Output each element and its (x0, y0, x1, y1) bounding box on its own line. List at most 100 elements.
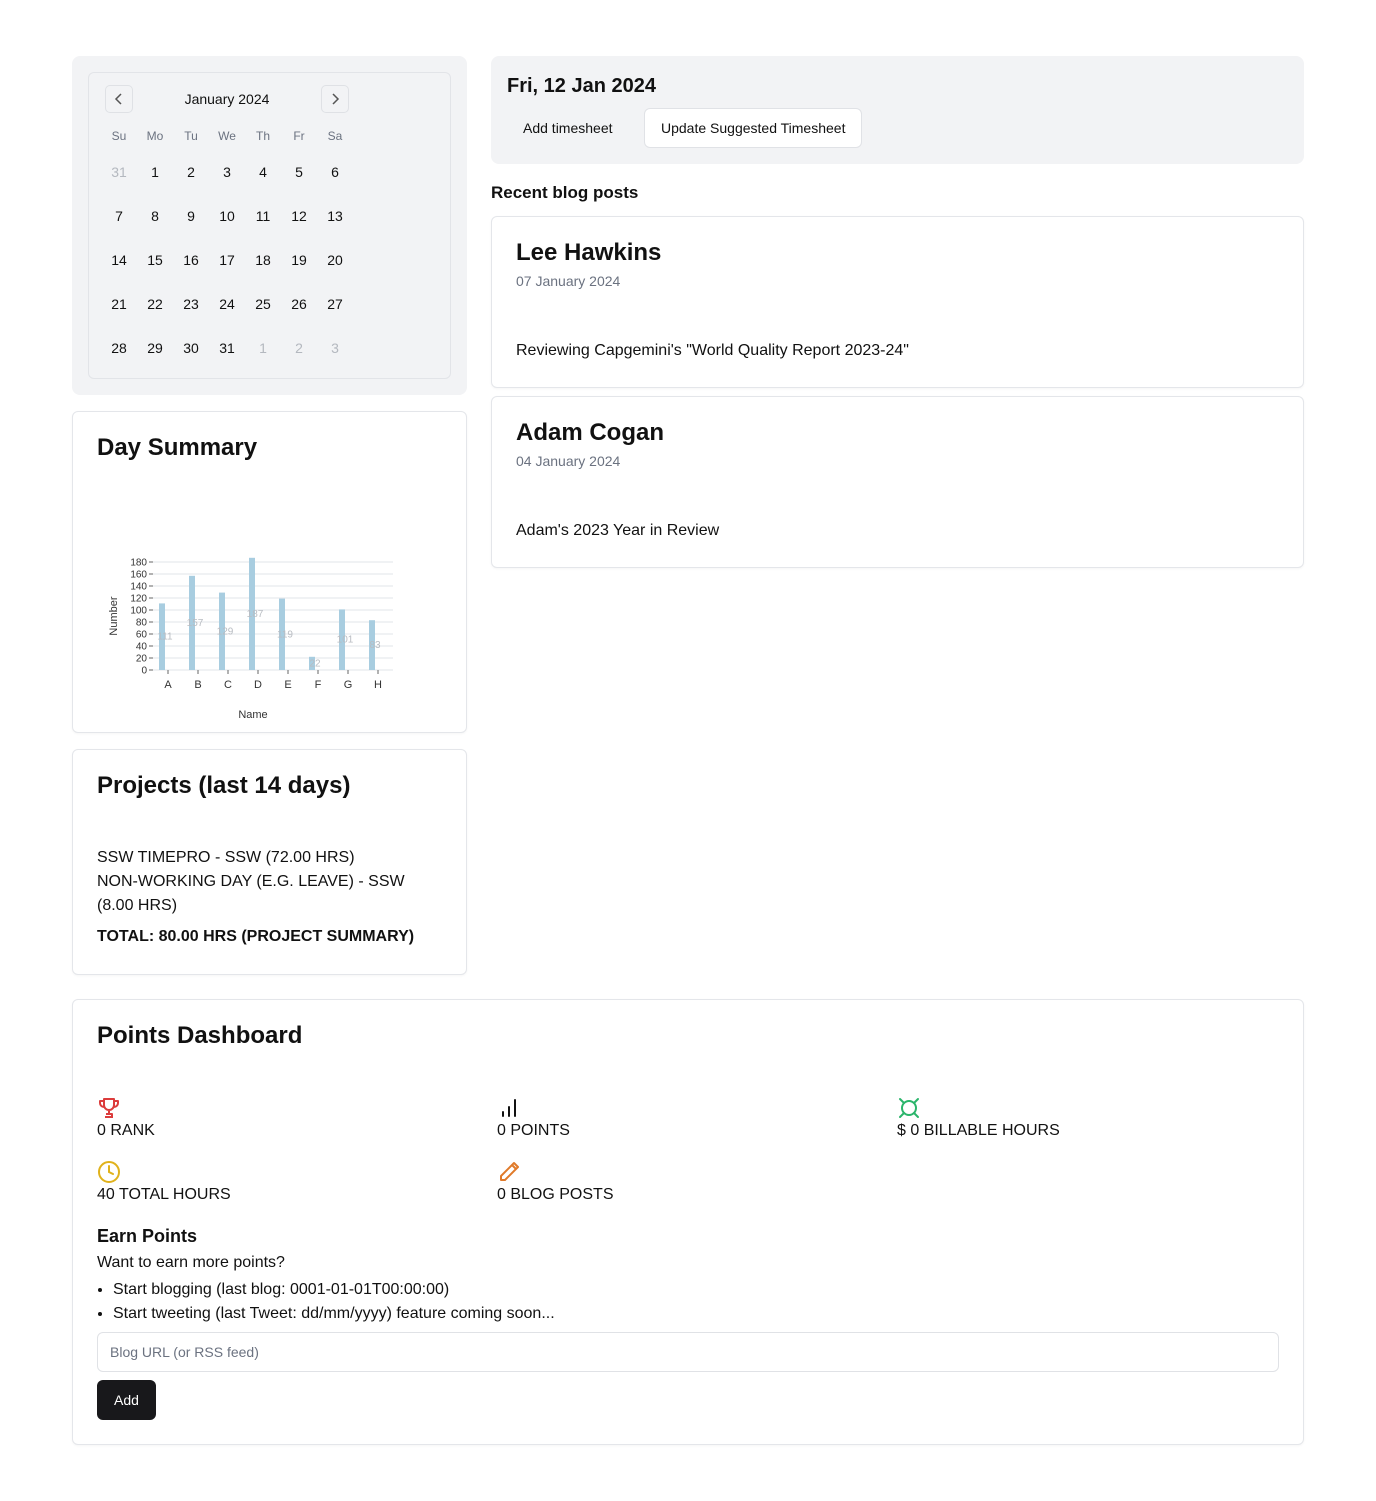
next-month-button[interactable] (321, 85, 349, 113)
calendar: January 2024 Su Mo Tu We Th Fr Sa 31 1 2 3 4 5 6 7 8 9 1… (88, 72, 451, 379)
weekday-label: We (218, 129, 236, 143)
trophy-icon (99, 1098, 119, 1118)
points-stat: 0 POINTS (497, 1096, 570, 1140)
calendar-day[interactable]: 27 (317, 282, 353, 326)
calendar-day[interactable]: 31 (101, 150, 137, 194)
x-tick-label: H (374, 679, 382, 691)
y-tick-label: 120 (130, 594, 147, 605)
chevron-right-icon (332, 93, 340, 105)
weekday-label: Mo (146, 129, 164, 143)
calendar-day[interactable]: 26 (281, 282, 317, 326)
calendar-day[interactable]: 20 (317, 238, 353, 282)
blog-date: 07 January 2024 (516, 273, 621, 289)
calendar-day[interactable]: 12 (281, 194, 317, 238)
bar-value-label: 22 (309, 658, 321, 669)
blog-post-card[interactable]: Lee Hawkins 07 January 2024 Reviewing Ca… (491, 216, 1304, 388)
calendar-day[interactable]: 2 (281, 326, 317, 370)
update-suggested-timesheet-button[interactable]: Update Suggested Timesheet (644, 108, 863, 148)
calendar-day[interactable]: 3 (209, 150, 245, 194)
calendar-day[interactable]: 4 (245, 150, 281, 194)
project-item: SSW TIMEPRO - SSW (72.00 HRS) (97, 849, 355, 866)
earn-points-heading: Earn Points (97, 1226, 198, 1246)
calendar-day[interactable]: 31 (209, 326, 245, 370)
project-item: NON-WORKING DAY (E.G. LEAVE) - SSW (8.00… (97, 873, 405, 914)
calendar-day[interactable]: 18 (245, 238, 281, 282)
billable-hours-stat: $ 0 BILLABLE HOURS (897, 1096, 1060, 1140)
blog-url-input[interactable] (97, 1332, 1279, 1372)
calendar-day[interactable]: 24 (209, 282, 245, 326)
calendar-day[interactable]: 1 (137, 150, 173, 194)
add-timesheet-button[interactable]: Add timesheet (507, 108, 629, 148)
blog-title[interactable]: Reviewing Capgemini's "World Quality Rep… (516, 342, 909, 360)
blog-post-card[interactable]: Adam Cogan 04 January 2024 Adam's 2023 Y… (491, 396, 1304, 568)
calendar-day[interactable]: 14 (101, 238, 137, 282)
bar-value-label: 111 (157, 632, 173, 643)
day-summary-bar-chart: 020406080100120140160180 111 A 157 B 129 C 187 D… (108, 558, 393, 721)
blog-posts-stat: 0 BLOG POSTS (497, 1160, 613, 1204)
calendar-day[interactable]: 3 (317, 326, 353, 370)
y-tick-label: 180 (130, 558, 147, 569)
billable-hours-label: $ 0 BILLABLE HOURS (897, 1122, 1060, 1139)
y-tick-label: 40 (136, 642, 148, 653)
total-hours-label: 40 TOTAL HOURS (97, 1186, 231, 1203)
y-tick-label: 100 (130, 606, 147, 617)
projects-title: Projects (last 14 days) (97, 772, 351, 799)
calendar-panel: January 2024 Su Mo Tu We Th Fr Sa 31 1 2 3 4 5 6 7 8 9 1… (72, 56, 467, 395)
add-blog-button[interactable]: Add (97, 1380, 156, 1420)
calendar-day[interactable]: 15 (137, 238, 173, 282)
points-label: 0 POINTS (497, 1122, 570, 1139)
calendar-day[interactable]: 29 (137, 326, 173, 370)
bar-chart-icon (502, 1099, 516, 1117)
x-tick-label: A (164, 679, 172, 691)
currency-icon (899, 1098, 919, 1118)
calendar-day[interactable]: 13 (317, 194, 353, 238)
blog-author: Adam Cogan (516, 419, 665, 446)
x-tick-label: G (344, 679, 353, 691)
projects-card: Projects (last 14 days) SSW TIMEPRO - SS… (72, 749, 467, 975)
blog-title[interactable]: Adam's 2023 Year in Review (516, 522, 719, 540)
calendar-day[interactable]: 1 (245, 326, 281, 370)
x-axis-label: Name (238, 709, 267, 721)
calendar-day[interactable]: 19 (281, 238, 317, 282)
calendar-day[interactable]: 30 (173, 326, 209, 370)
rank-label: 0 RANK (97, 1122, 155, 1139)
calendar-day[interactable]: 16 (173, 238, 209, 282)
bar-value-label: 119 (277, 629, 293, 640)
calendar-day[interactable]: 23 (173, 282, 209, 326)
projects-total: TOTAL: 80.00 HRS (PROJECT SUMMARY) (97, 928, 415, 945)
prev-month-button[interactable] (105, 85, 133, 113)
weekday-label: Fr (293, 129, 305, 143)
bar-value-label: 101 (337, 635, 354, 646)
blog-posts-label: 0 BLOG POSTS (497, 1186, 614, 1203)
total-hours-stat: 40 TOTAL HOURS (97, 1160, 231, 1204)
calendar-day[interactable]: 10 (209, 194, 245, 238)
calendar-day[interactable]: 17 (209, 238, 245, 282)
calendar-day[interactable]: 21 (101, 282, 137, 326)
date-header-panel: Fri, 12 Jan 2024 Add timesheet Update Su… (491, 56, 1304, 164)
y-tick-label: 140 (130, 582, 147, 593)
calendar-day[interactable]: 7 (101, 194, 137, 238)
y-tick-label: 0 (141, 666, 147, 677)
earn-points-subtitle: Want to earn more points? (97, 1254, 285, 1271)
clock-icon (98, 1161, 120, 1183)
y-tick-label: 60 (136, 630, 148, 641)
calendar-day[interactable]: 28 (101, 326, 137, 370)
calendar-day[interactable]: 11 (245, 194, 281, 238)
day-summary-title: Day Summary (97, 434, 258, 461)
calendar-day[interactable]: 2 (173, 150, 209, 194)
calendar-day[interactable]: 8 (137, 194, 173, 238)
calendar-day[interactable]: 6 (317, 150, 353, 194)
blog-author: Lee Hawkins (516, 239, 662, 266)
calendar-month-label: January 2024 (184, 91, 270, 107)
weekday-label: Su (111, 129, 127, 143)
bar-value-label: 129 (217, 626, 234, 637)
calendar-day[interactable]: 25 (245, 282, 281, 326)
calendar-day[interactable]: 22 (137, 282, 173, 326)
calendar-day[interactable]: 9 (173, 194, 209, 238)
rank-stat: 0 RANK (97, 1096, 155, 1140)
blog-date: 04 January 2024 (516, 453, 621, 469)
projects-list: SSW TIMEPRO - SSW (72.00 HRS) NON-WORKIN… (97, 846, 437, 918)
y-tick-label: 160 (130, 570, 147, 581)
list-item: Start tweeting (last Tweet: dd/mm/yyyy) … (113, 1302, 555, 1326)
calendar-day[interactable]: 5 (281, 150, 317, 194)
